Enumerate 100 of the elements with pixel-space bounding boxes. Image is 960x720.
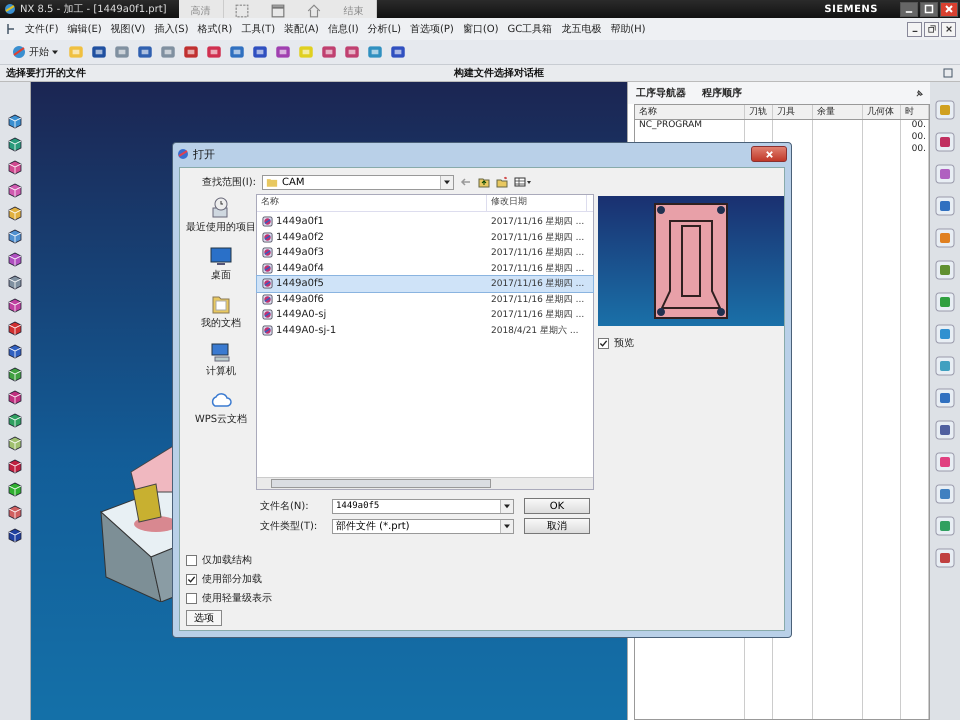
- cube-icon[interactable]: [6, 319, 24, 337]
- cube-icon[interactable]: [6, 158, 24, 176]
- dashed-square-icon[interactable]: [234, 4, 249, 18]
- cube-icon[interactable]: [6, 526, 24, 544]
- menu-item[interactable]: 分析(L): [368, 22, 401, 36]
- file-row[interactable]: 1449a0f2 2017/11/16 星期四 ...: [257, 230, 593, 245]
- menu-item[interactable]: 格式(R): [198, 22, 232, 36]
- tool-icon[interactable]: [935, 324, 955, 344]
- cube-icon[interactable]: [6, 135, 24, 153]
- horizontal-scrollbar[interactable]: [257, 477, 593, 489]
- cube-icon[interactable]: [6, 273, 24, 291]
- file-row[interactable]: 1449a0f1 2017/11/16 星期四 ...: [257, 214, 593, 230]
- column-header[interactable]: 修改日期: [487, 195, 587, 211]
- new-folder-icon[interactable]: [496, 176, 508, 188]
- pin-icon[interactable]: [915, 88, 924, 98]
- file-row[interactable]: 1449a0f4 2017/11/16 星期四 ...: [257, 260, 593, 276]
- column-header[interactable]: 几何体: [863, 105, 901, 119]
- option-checkbox[interactable]: 使用部分加载: [186, 572, 262, 586]
- column-header[interactable]: 名称: [257, 195, 487, 211]
- tool-icon[interactable]: [935, 484, 955, 504]
- restore-icon: [928, 25, 936, 33]
- column-header[interactable]: 刀具: [773, 105, 813, 119]
- tool-icon[interactable]: [935, 164, 955, 184]
- cube-icon[interactable]: [6, 296, 24, 314]
- menu-item[interactable]: 装配(A): [284, 22, 319, 36]
- cancel-button[interactable]: 取消: [524, 518, 590, 534]
- menu-item[interactable]: 窗口(O): [462, 22, 499, 36]
- options-button[interactable]: 选项: [186, 610, 222, 626]
- file-row[interactable]: 1449a0f5 2017/11/16 星期四 ...: [257, 276, 593, 292]
- minimize-button[interactable]: [907, 22, 922, 36]
- column-header[interactable]: 刀轨: [745, 105, 773, 119]
- column-header[interactable]: 余量: [813, 105, 863, 119]
- option-checkbox[interactable]: 仅加载结构: [186, 553, 252, 567]
- menu-item[interactable]: 工具(T): [241, 22, 276, 36]
- grip-icon: [6, 23, 16, 35]
- menu-item[interactable]: 文件(F): [25, 22, 59, 36]
- file-row[interactable]: 1449a0f3 2017/11/16 星期四 ...: [257, 245, 593, 260]
- panel-title: 工序导航器: [636, 86, 686, 100]
- cube-icon[interactable]: [6, 365, 24, 383]
- cube-icon[interactable]: [6, 227, 24, 245]
- fit-icon[interactable]: [942, 67, 954, 79]
- caret-icon: [504, 503, 510, 509]
- cube-icon[interactable]: [6, 434, 24, 452]
- tool-icon[interactable]: [935, 452, 955, 472]
- tool-icon[interactable]: [935, 356, 955, 376]
- folder-up-icon[interactable]: [478, 176, 490, 188]
- restore-button[interactable]: [924, 22, 939, 36]
- file-name-field[interactable]: 1449a0f5: [332, 498, 514, 514]
- tool-icon[interactable]: [935, 132, 955, 152]
- close-button[interactable]: [751, 146, 787, 162]
- app-logo-icon: [177, 148, 189, 160]
- file-row[interactable]: 1449A0-sj 2017/11/16 星期四 ...: [257, 307, 593, 322]
- file-type-dropdown[interactable]: 部件文件 (*.prt): [332, 518, 514, 534]
- cube-icon[interactable]: [6, 342, 24, 360]
- menu-item[interactable]: 龙五电极: [561, 22, 602, 36]
- column-header[interactable]: 名称: [635, 105, 745, 119]
- look-in-dropdown[interactable]: CAM: [262, 174, 454, 190]
- file-row[interactable]: 1449A0-sj-1 2018/4/21 星期六 ...: [257, 322, 593, 338]
- cube-icon[interactable]: [6, 411, 24, 429]
- start-button[interactable]: 开始: [8, 45, 62, 59]
- cube-icon[interactable]: [6, 112, 24, 130]
- menu-item[interactable]: 插入(S): [154, 22, 188, 36]
- menu-item[interactable]: 视图(V): [110, 22, 146, 36]
- close-button[interactable]: [941, 22, 956, 36]
- place-item[interactable]: 计算机: [186, 340, 256, 378]
- tool-icon[interactable]: [935, 420, 955, 440]
- cube-icon[interactable]: [6, 181, 24, 199]
- cube-icon[interactable]: [6, 503, 24, 521]
- preview-checkbox[interactable]: 预览: [598, 336, 784, 350]
- ok-button[interactable]: OK: [524, 498, 590, 514]
- menu-item[interactable]: 帮助(H): [610, 22, 646, 36]
- close-button[interactable]: [940, 2, 958, 16]
- cube-icon[interactable]: [6, 388, 24, 406]
- place-item[interactable]: 我的文档: [186, 292, 256, 330]
- cue-text: 选择要打开的文件: [6, 66, 87, 80]
- place-item[interactable]: WPS云文档: [186, 388, 256, 426]
- tool-icon[interactable]: [935, 516, 955, 536]
- column-header[interactable]: 时: [901, 105, 929, 119]
- view-menu-icon[interactable]: [514, 176, 532, 188]
- place-item[interactable]: 最近使用的项目: [186, 196, 256, 234]
- home-icon[interactable]: [306, 4, 321, 18]
- option-checkbox[interactable]: 使用轻量级表示: [186, 591, 272, 605]
- tool-icon[interactable]: [935, 196, 955, 216]
- menu-item[interactable]: GC工具箱: [508, 22, 552, 36]
- tool-icon[interactable]: [935, 388, 955, 408]
- minimize-button[interactable]: [900, 2, 918, 16]
- maximize-button[interactable]: [920, 2, 938, 16]
- file-row[interactable]: 1449a0f6 2017/11/16 星期四 ...: [257, 292, 593, 307]
- tool-icon[interactable]: [935, 260, 955, 280]
- tool-icon[interactable]: [935, 292, 955, 312]
- cube-icon[interactable]: [6, 250, 24, 268]
- cube-icon[interactable]: [6, 480, 24, 498]
- place-item[interactable]: 桌面: [186, 244, 256, 282]
- tool-icon[interactable]: [935, 548, 955, 568]
- menu-item[interactable]: 编辑(E): [68, 22, 102, 36]
- cube-icon[interactable]: [6, 204, 24, 222]
- window-icon[interactable]: [270, 4, 285, 18]
- menu-item[interactable]: 首选项(P): [410, 22, 454, 36]
- cube-icon[interactable]: [6, 457, 24, 475]
- menu-item[interactable]: 信息(I): [328, 22, 359, 36]
